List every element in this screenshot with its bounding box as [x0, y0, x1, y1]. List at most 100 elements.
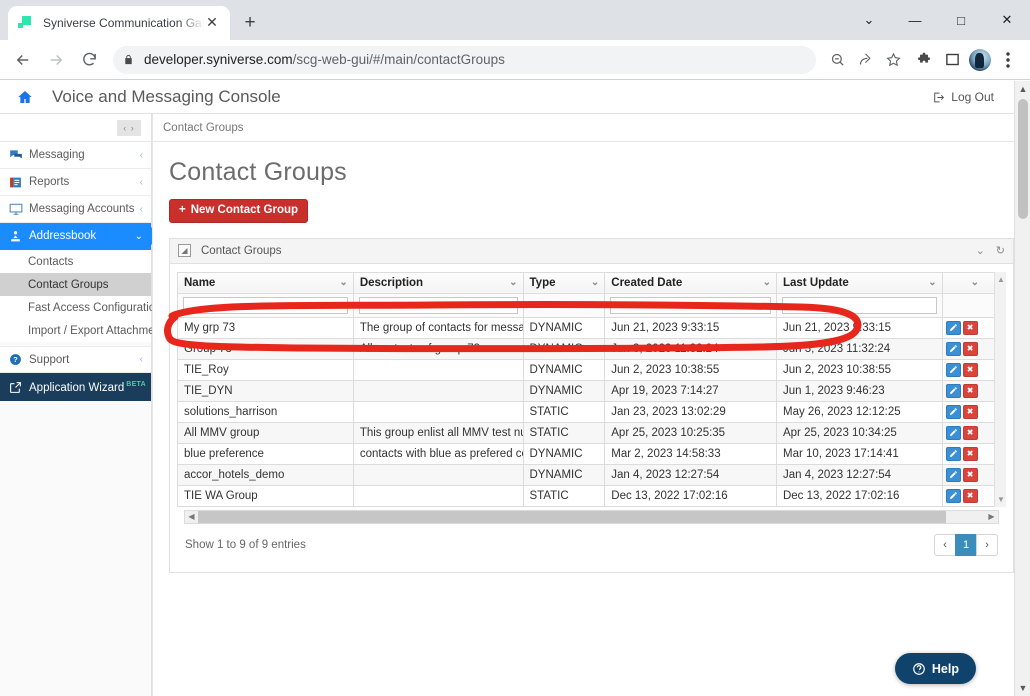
delete-x-icon[interactable]: ✖: [962, 383, 978, 398]
sidebar: ‹ › Messaging ‹ Reports ‹ Messaging Acco…: [0, 114, 170, 696]
edit-pencil-icon[interactable]: [945, 446, 961, 461]
sidebar-item-messaging[interactable]: Messaging ‹: [0, 142, 151, 169]
page-scroll-down-icon[interactable]: ▼: [1015, 680, 1030, 696]
sidebar-item-contact-groups[interactable]: Contact Groups: [0, 273, 151, 296]
chevron-down-icon[interactable]: ⌄: [509, 277, 517, 288]
sidebar-item-messaging-accounts[interactable]: Messaging Accounts ‹: [0, 196, 151, 223]
logout-button[interactable]: Log Out: [932, 90, 1016, 104]
edit-pencil-icon[interactable]: [945, 341, 961, 356]
sidebar-item-application-wizard[interactable]: Application Wizard BETA: [0, 373, 151, 401]
chevron-down-icon[interactable]: ⌄: [971, 277, 979, 288]
filter-input-updated[interactable]: [781, 296, 937, 314]
scroll-left-arrow-icon[interactable]: ◀: [185, 512, 198, 521]
sidebar-item-import-export-attachments[interactable]: Import / Export Attachments: [0, 319, 170, 342]
sidebar-item-reports[interactable]: Reports ‹: [0, 169, 151, 196]
sidebar-collapse-toggle[interactable]: ‹ ›: [117, 119, 141, 136]
delete-x-icon[interactable]: ✖: [962, 425, 978, 440]
delete-x-icon[interactable]: ✖: [962, 404, 978, 419]
table-vertical-scrollbar[interactable]: ▲ ▼: [994, 271, 1006, 507]
column-header-created-date[interactable]: Created Date ⌄: [604, 271, 777, 294]
chrome-menu-icon[interactable]: [994, 46, 1022, 74]
table-row[interactable]: blue preference contacts with blue as pre…: [177, 442, 1007, 465]
scroll-up-arrow-icon[interactable]: ▲: [997, 275, 1005, 284]
table-row[interactable]: TIE_Roy DYNAMIC Jun 2, 2023 10:38:55 Jun 2,…: [177, 358, 1007, 381]
new-tab-button[interactable]: +: [236, 9, 264, 37]
table-row[interactable]: My grp 73The group of contacts for messa…: [177, 316, 1007, 339]
tab-close-icon[interactable]: ✕: [204, 15, 220, 31]
column-header-name[interactable]: Name ⌄: [177, 271, 354, 294]
page-scroll-thumb[interactable]: [1018, 99, 1028, 219]
hscroll-track[interactable]: [198, 510, 985, 523]
delete-x-icon[interactable]: ✖: [962, 467, 978, 482]
column-header-type[interactable]: Type ⌄: [522, 271, 606, 294]
reload-icon[interactable]: [74, 45, 104, 75]
column-header-description[interactable]: Description ⌄: [352, 271, 524, 294]
profile-avatar[interactable]: [966, 46, 994, 74]
home-icon[interactable]: [14, 89, 36, 105]
panel-toggle-icon[interactable]: ◢: [178, 244, 191, 257]
table-row[interactable]: accor_hotels_demo DYNAMIC Jan 4, 2023 12:2…: [177, 463, 1007, 486]
column-header-last-update[interactable]: Last Update ⌄: [775, 271, 943, 294]
panel-collapse-chevron-icon[interactable]: ⌄: [976, 244, 985, 257]
chevron-down-icon[interactable]: ⌄: [591, 277, 599, 288]
sidebar-item-addressbook[interactable]: Addressbook ⌄: [0, 223, 160, 250]
cell-type: STATIC: [522, 421, 606, 444]
sidebar-item-contacts[interactable]: Contacts: [0, 250, 151, 273]
close-window-button[interactable]: ✕: [984, 4, 1030, 36]
pagination-page-1[interactable]: 1: [955, 533, 977, 556]
address-bar-url: developer.syniverse.com/scg-web-gui/#/ma…: [144, 52, 505, 67]
side-panel-icon[interactable]: [938, 46, 966, 74]
new-contact-group-button[interactable]: + New Contact Group: [169, 199, 309, 223]
pagination-prev[interactable]: ‹: [934, 533, 956, 556]
help-button[interactable]: Help: [894, 653, 976, 684]
table-horizontal-scrollbar[interactable]: ◀ ▶: [184, 509, 999, 524]
table-row[interactable]: TIE WA Group STATIC Dec 13, 2022 17:02:16 D…: [177, 484, 1007, 507]
edit-pencil-icon[interactable]: [945, 488, 961, 503]
sidebar-item-fast-access-configuration[interactable]: Fast Access Configuration: [0, 296, 162, 319]
chevron-left-icon: ‹: [139, 176, 143, 188]
table-row[interactable]: solutions_harrison STATIC Jan 23, 2023 13:…: [177, 400, 1007, 423]
filter-cell-updated: [775, 292, 943, 318]
delete-x-icon[interactable]: ✖: [962, 362, 978, 377]
delete-x-icon[interactable]: ✖: [962, 341, 978, 356]
maximize-button[interactable]: □: [938, 4, 984, 36]
scroll-right-arrow-icon[interactable]: ▶: [985, 512, 998, 521]
edit-pencil-icon[interactable]: [945, 383, 961, 398]
browser-tab[interactable]: Syniverse Communication Gateway ✕: [8, 6, 230, 40]
scroll-down-arrow-icon[interactable]: ▼: [997, 495, 1005, 504]
forward-icon[interactable]: [41, 45, 71, 75]
bookmark-star-icon[interactable]: [880, 47, 906, 73]
zoom-out-icon[interactable]: [824, 47, 850, 73]
tab-search-chevron-icon[interactable]: ⌄: [846, 4, 892, 36]
edit-pencil-icon[interactable]: [945, 362, 961, 377]
chevron-down-icon[interactable]: ⌄: [928, 277, 936, 288]
address-bar[interactable]: developer.syniverse.com/scg-web-gui/#/ma…: [113, 45, 816, 74]
page-scrollbar[interactable]: ▲ ▼: [1014, 81, 1030, 696]
page-scroll-up-icon[interactable]: ▲: [1015, 81, 1030, 97]
extensions-puzzle-icon[interactable]: [910, 46, 938, 74]
delete-x-icon[interactable]: ✖: [962, 488, 978, 503]
cell-type: STATIC: [522, 484, 606, 507]
filter-input-description[interactable]: [358, 296, 518, 314]
table-row[interactable]: TIE_DYN DYNAMIC Apr 19, 2023 7:14:27 Jun 1,…: [177, 379, 1007, 402]
hscroll-thumb[interactable]: [198, 510, 946, 523]
chevron-down-icon[interactable]: ⌄: [763, 277, 771, 288]
edit-pencil-icon[interactable]: [945, 425, 961, 440]
chevron-down-icon[interactable]: ⌄: [339, 277, 347, 288]
cell-name: All MMV group: [177, 421, 354, 444]
delete-x-icon[interactable]: ✖: [962, 320, 978, 335]
table-row[interactable]: Group 73 All contacts of group 73 DYNAMIC J…: [177, 337, 1007, 360]
filter-input-name[interactable]: [183, 296, 348, 314]
back-icon[interactable]: [8, 45, 38, 75]
filter-input-created[interactable]: [610, 296, 771, 314]
panel-refresh-icon[interactable]: ↻: [996, 244, 1005, 257]
pagination-next[interactable]: ›: [976, 533, 998, 556]
table-row[interactable]: All MMV group This group enlist all MMV t…: [177, 421, 1007, 444]
delete-x-icon[interactable]: ✖: [962, 446, 978, 461]
edit-pencil-icon[interactable]: [945, 467, 961, 482]
share-icon[interactable]: [852, 47, 878, 73]
sidebar-item-support[interactable]: ? Support ‹: [0, 346, 151, 373]
edit-pencil-icon[interactable]: [945, 404, 961, 419]
minimize-button[interactable]: —: [892, 4, 938, 36]
edit-pencil-icon[interactable]: [945, 320, 961, 335]
